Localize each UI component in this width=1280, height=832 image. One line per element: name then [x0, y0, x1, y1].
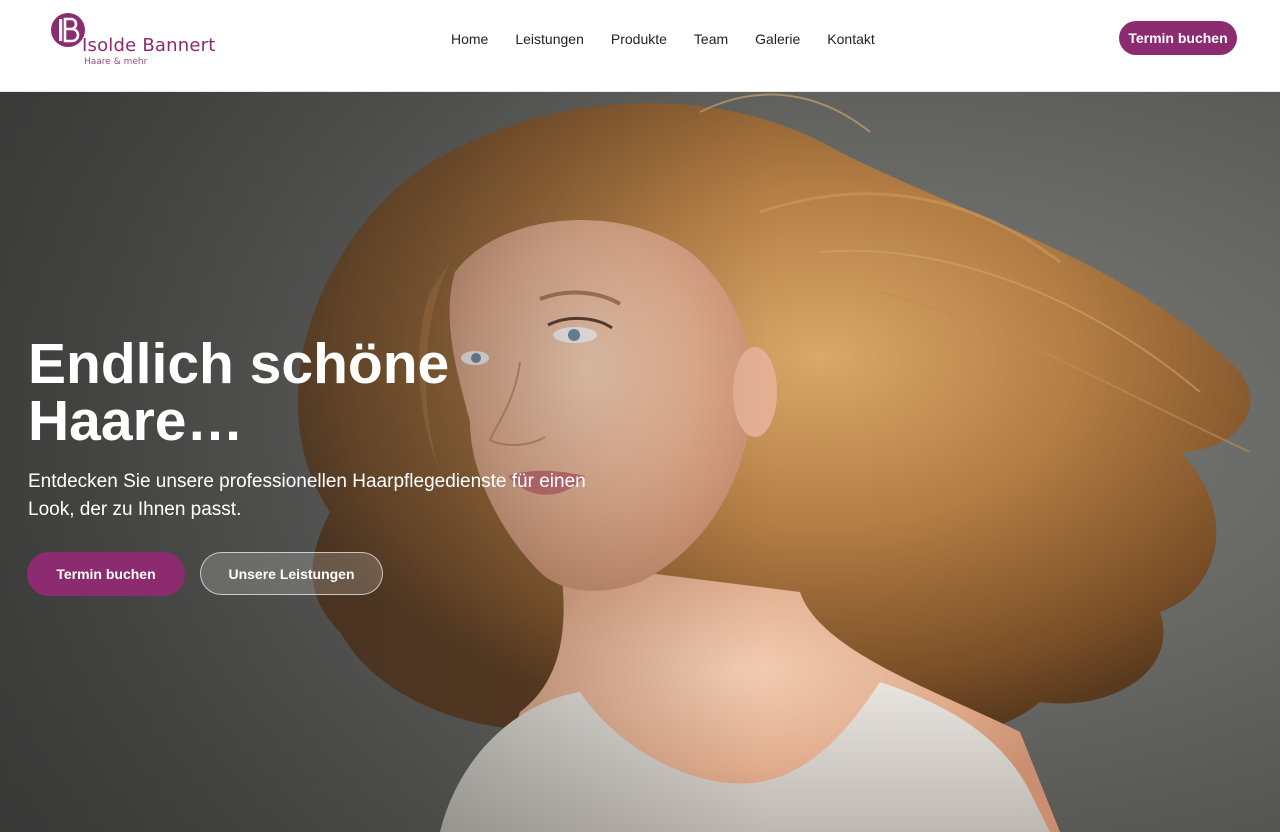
hero-section: Endlich schöne Haare… Entdecken Sie unse…	[0, 92, 1280, 832]
site-header: Isolde Bannert Haare & mehr Home Leistun…	[0, 0, 1280, 92]
main-nav: Home Leistungen Produkte Team Galerie Ko…	[451, 29, 875, 49]
nav-item-produkte[interactable]: Produkte	[611, 29, 667, 49]
nav-item-leistungen[interactable]: Leistungen	[515, 29, 584, 49]
hero-services-button[interactable]: Unsere Leistungen	[200, 552, 383, 595]
nav-item-team[interactable]: Team	[694, 29, 728, 49]
monogram-icon	[51, 13, 85, 47]
nav-item-kontakt[interactable]: Kontakt	[827, 29, 874, 49]
hero-subtitle: Entdecken Sie unsere professionellen Haa…	[28, 471, 586, 520]
nav-item-home[interactable]: Home	[451, 29, 488, 49]
brand-logo[interactable]: Isolde Bannert Haare & mehr	[48, 10, 228, 72]
nav-item-galerie[interactable]: Galerie	[755, 29, 800, 49]
hero-title: Endlich schöne Haare…	[28, 332, 450, 453]
brand-name: Isolde Bannert	[82, 35, 216, 56]
hero-overlay	[0, 92, 1280, 832]
header-book-appointment-button[interactable]: Termin buchen	[1119, 21, 1237, 55]
hero-book-appointment-button[interactable]: Termin buchen	[27, 552, 185, 596]
brand-tagline: Haare & mehr	[84, 57, 148, 67]
